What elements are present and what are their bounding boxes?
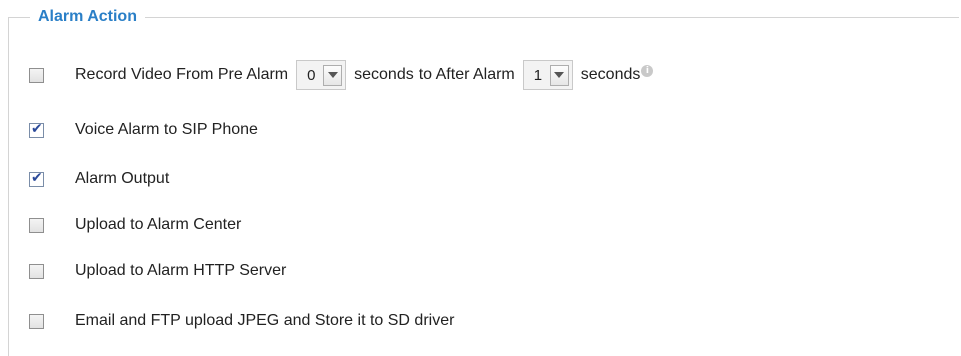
email-ftp-label: Email and FTP upload JPEG and Store it t… xyxy=(75,312,455,329)
record-video-checkbox[interactable] xyxy=(29,67,44,83)
voice-alarm-label: Voice Alarm to SIP Phone xyxy=(75,121,258,138)
alarm-center-label: Upload to Alarm Center xyxy=(75,216,242,233)
chevron-down-icon[interactable] xyxy=(549,64,569,86)
http-server-label: Upload to Alarm HTTP Server xyxy=(75,262,287,279)
alarm-output-label: Alarm Output xyxy=(75,170,170,187)
after-alarm-value: 1 xyxy=(533,66,543,84)
alarm-center-checkbox[interactable] xyxy=(29,217,44,233)
alarm-center-row: Upload to Alarm Center xyxy=(28,212,241,238)
email-ftp-checkbox[interactable] xyxy=(29,313,44,329)
seconds-label: seconds xyxy=(580,66,641,83)
to-after-alarm-label: to After Alarm xyxy=(418,66,515,83)
http-server-row: Upload to Alarm HTTP Server xyxy=(28,258,286,284)
voice-alarm-row: Voice Alarm to SIP Phone xyxy=(28,117,258,143)
record-video-row: Record Video From Pre Alarm 0 seconds to… xyxy=(28,60,654,90)
section-title: Alarm Action xyxy=(30,7,145,27)
pre-alarm-select[interactable]: 0 xyxy=(296,60,347,90)
alarm-output-checkbox[interactable] xyxy=(29,170,44,187)
record-video-label: Record Video From Pre Alarm xyxy=(75,66,289,83)
pre-alarm-value: 0 xyxy=(307,66,316,84)
seconds-label: seconds xyxy=(354,66,414,83)
voice-alarm-checkbox[interactable] xyxy=(29,121,44,138)
info-icon[interactable]: i xyxy=(641,65,654,77)
after-alarm-select[interactable]: 1 xyxy=(522,60,573,90)
http-server-checkbox[interactable] xyxy=(29,263,44,279)
alarm-output-row: Alarm Output xyxy=(28,166,169,192)
email-ftp-row: Email and FTP upload JPEG and Store it t… xyxy=(28,308,454,334)
chevron-down-icon[interactable] xyxy=(323,64,343,86)
